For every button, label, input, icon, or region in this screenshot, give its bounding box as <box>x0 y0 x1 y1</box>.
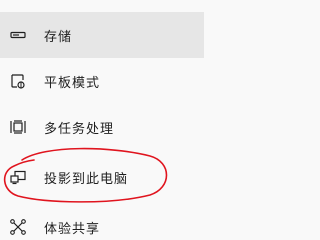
nav-item-storage[interactable]: 存储 <box>0 12 204 58</box>
shared-experiences-icon <box>9 218 27 236</box>
nav-item-shared-experiences[interactable]: 体验共享 <box>0 204 204 240</box>
settings-nav-list: 存储 平板模式 多任务处理 投影到此电脑 体验共享 <box>0 0 204 239</box>
projecting-to-pc-icon <box>9 168 27 186</box>
nav-item-label: 多任务处理 <box>44 121 115 137</box>
nav-item-projecting-to-pc[interactable]: 投影到此电脑 <box>0 154 204 200</box>
nav-item-label: 平板模式 <box>44 75 101 91</box>
nav-item-label: 存储 <box>44 29 73 45</box>
storage-icon <box>9 26 27 44</box>
nav-item-tablet-mode[interactable]: 平板模式 <box>0 58 204 104</box>
multitasking-icon <box>9 118 27 136</box>
nav-item-label: 投影到此电脑 <box>44 171 129 187</box>
nav-item-multitasking[interactable]: 多任务处理 <box>0 104 204 150</box>
tablet-mode-icon <box>9 72 27 90</box>
nav-item-label: 体验共享 <box>44 221 101 237</box>
